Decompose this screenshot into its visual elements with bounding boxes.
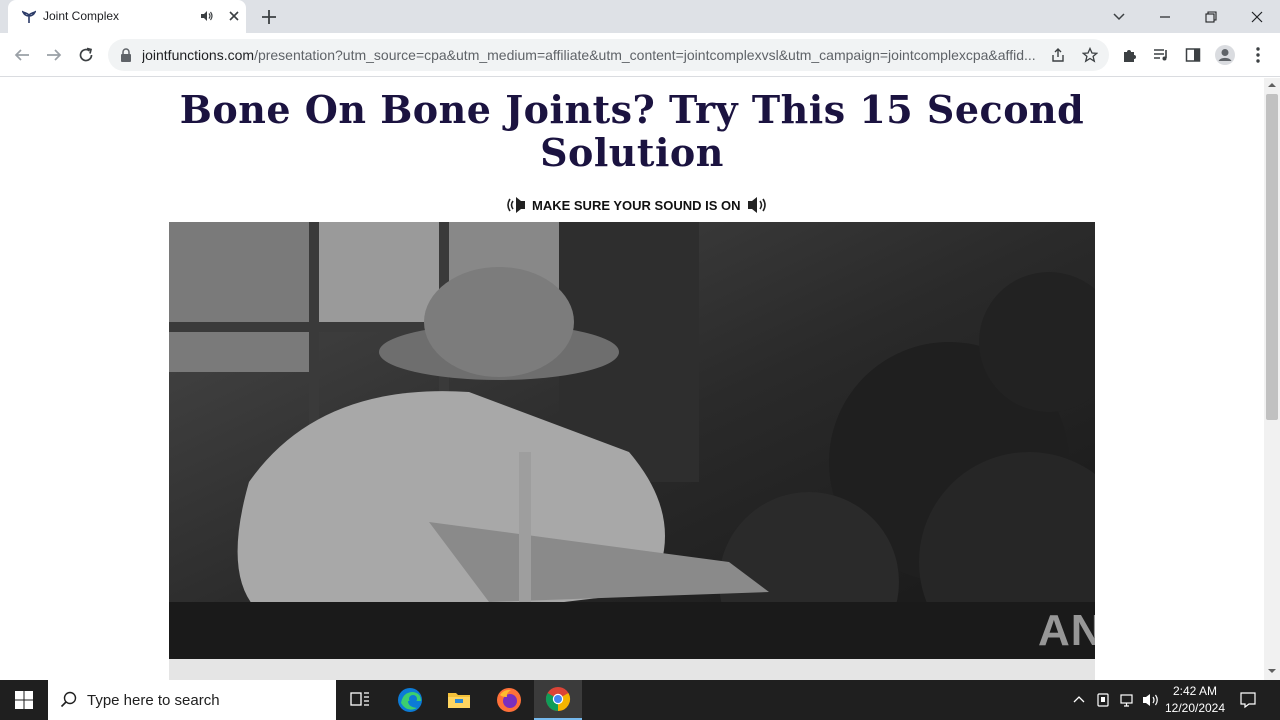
page-headline: Bone On Bone Joints? Try This 15 Second … (179, 87, 1085, 175)
task-view-icon (350, 692, 369, 706)
search-icon (60, 691, 77, 708)
video-control-bar[interactable] (169, 659, 1095, 680)
avatar-icon (1215, 45, 1235, 65)
notification-icon (1240, 692, 1256, 709)
restore-icon (1205, 10, 1217, 23)
share-icon (1052, 48, 1064, 62)
side-panel-icon (1185, 48, 1201, 62)
new-tab-plus-icon[interactable] (258, 6, 280, 28)
media-controls-button[interactable] (1150, 44, 1172, 66)
close-icon (1251, 11, 1263, 22)
windows-taskbar: Type here to search 2:42 AM 12/20/2024 (0, 680, 1280, 720)
forward-arrow-icon (47, 49, 62, 61)
address-bar[interactable]: jointfunctions.com/presentation?utm_sour… (108, 39, 1109, 71)
speaker-right-icon (747, 197, 766, 213)
search-placeholder: Type here to search (87, 691, 220, 709)
more-vertical-icon (1256, 47, 1260, 63)
bookmark-button[interactable] (1080, 45, 1100, 65)
sound-notice-text: MAKE SURE YOUR SOUND IS ON (532, 197, 741, 213)
browser-toolbar: jointfunctions.com/presentation?utm_sour… (0, 33, 1280, 77)
chrome-icon (545, 687, 571, 711)
scroll-up-arrow-icon[interactable] (1268, 81, 1276, 89)
device-icon (1097, 693, 1109, 707)
show-hidden-icons-button[interactable] (1068, 680, 1090, 720)
speaker-left-icon (507, 197, 525, 213)
tab-title: Joint Complex (43, 9, 120, 23)
tab-audio-playing-icon[interactable] (200, 9, 214, 23)
folder-icon (448, 693, 470, 708)
taskbar-firefox[interactable] (485, 680, 533, 720)
tray-device-button[interactable] (1092, 680, 1114, 720)
back-button[interactable] (10, 43, 34, 67)
start-button[interactable] (0, 680, 48, 720)
sound-notice: MAKE SURE YOUR SOUND IS ON (506, 195, 767, 215)
scroll-down-arrow-icon[interactable] (1268, 667, 1276, 675)
video-frame-image (169, 222, 1095, 659)
chrome-menu-button[interactable] (1247, 44, 1269, 66)
close-window-button[interactable] (1234, 0, 1280, 33)
scrollbar-thumb[interactable] (1266, 94, 1278, 420)
firefox-icon (497, 688, 521, 712)
url-path: /presentation?utm_source=cpa&utm_medium=… (254, 47, 1036, 63)
taskbar-chrome[interactable] (534, 680, 582, 720)
anyrun-watermark: ANY RUN (1038, 606, 1245, 656)
volume-button[interactable] (1140, 680, 1162, 720)
network-button[interactable] (1116, 680, 1138, 720)
taskbar-edge[interactable] (386, 680, 434, 720)
watermark-text: ANY RUN (1038, 606, 1245, 655)
taskbar-clock[interactable]: 2:42 AM 12/20/2024 (1160, 683, 1230, 717)
minimize-icon (1160, 15, 1170, 18)
windows-logo-icon (15, 691, 33, 709)
media-queue-icon (1154, 49, 1167, 61)
side-panel-button[interactable] (1182, 44, 1204, 66)
joint-complex-favicon-icon (22, 10, 36, 23)
back-arrow-icon (14, 49, 29, 61)
clock-date: 12/20/2024 (1164, 701, 1226, 715)
chevron-up-icon (1073, 696, 1085, 703)
url-text[interactable]: jointfunctions.com/presentation?utm_sour… (142, 47, 1042, 63)
tab-search-button[interactable] (1096, 0, 1142, 33)
taskbar-search-box[interactable]: Type here to search (48, 680, 336, 720)
reload-icon (79, 47, 93, 62)
chevron-down-icon (1113, 12, 1125, 20)
tab-close-icon[interactable] (226, 8, 242, 24)
task-view-button[interactable] (336, 680, 384, 720)
web-page: Bone On Bone Joints? Try This 15 Second … (0, 78, 1264, 680)
tab-strip: Joint Complex (0, 0, 1280, 33)
page-scrollbar[interactable] (1264, 78, 1280, 680)
share-button[interactable] (1048, 45, 1068, 65)
volume-icon (1143, 694, 1158, 706)
taskbar-file-explorer[interactable] (435, 680, 483, 720)
url-host: jointfunctions.com (142, 47, 255, 63)
reload-button[interactable] (74, 43, 98, 67)
notifications-button[interactable] (1234, 680, 1262, 720)
minimize-button[interactable] (1142, 0, 1188, 33)
edge-browser-icon (398, 688, 422, 712)
network-icon (1120, 694, 1133, 707)
puzzle-icon (1124, 50, 1136, 62)
profile-button[interactable] (1214, 44, 1236, 66)
restore-button[interactable] (1188, 0, 1234, 33)
extensions-button[interactable] (1119, 44, 1141, 66)
video-player[interactable] (169, 222, 1095, 659)
star-icon (1082, 47, 1098, 63)
browser-tab[interactable]: Joint Complex (8, 0, 246, 33)
clock-time: 2:42 AM (1172, 684, 1218, 698)
lock-icon[interactable] (120, 48, 132, 62)
forward-button[interactable] (42, 43, 66, 67)
